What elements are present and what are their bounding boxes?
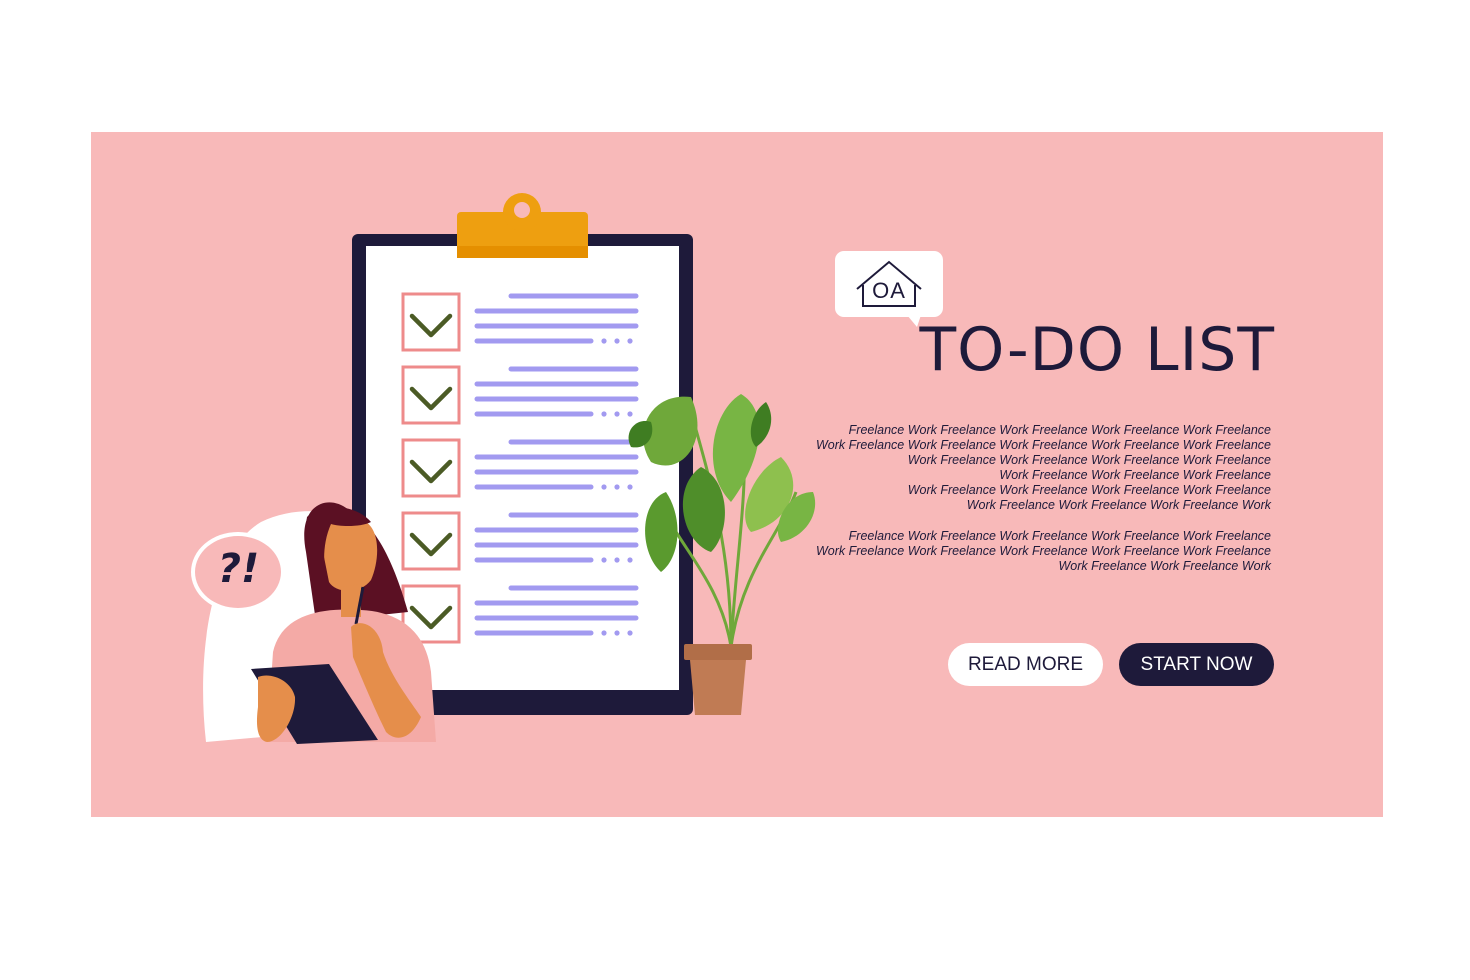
hero-banner: OA ?! TO-DO LIST Freelance Work Freelanc… bbox=[91, 132, 1383, 817]
list-dot bbox=[601, 338, 607, 344]
list-dot bbox=[627, 411, 633, 417]
list-dot bbox=[627, 338, 633, 344]
list-dot bbox=[627, 630, 633, 636]
list-dot bbox=[601, 557, 607, 563]
paragraph-line: Work Freelance Work Freelance Work Freel… bbox=[999, 468, 1271, 482]
paragraph-line: Work Freelance Work Freelance Work Freel… bbox=[966, 498, 1271, 512]
description-paragraph-1: Freelance Work Freelance Work Freelance … bbox=[816, 423, 1271, 513]
list-dot bbox=[614, 338, 620, 344]
list-dot bbox=[614, 411, 620, 417]
list-dot bbox=[627, 484, 633, 490]
list-dot bbox=[614, 630, 620, 636]
list-dot bbox=[601, 484, 607, 490]
paragraph-line: Freelance Work Freelance Work Freelance … bbox=[848, 423, 1271, 437]
list-dot bbox=[627, 557, 633, 563]
question-bubble-text: ?! bbox=[217, 546, 260, 592]
paragraph-line: Work Freelance Work Freelance Work Freel… bbox=[907, 483, 1271, 497]
plant-pot bbox=[684, 644, 752, 715]
logo-text: OA bbox=[872, 278, 906, 303]
list-dot bbox=[601, 411, 607, 417]
start-now-button[interactable]: START NOW bbox=[1119, 643, 1274, 686]
paragraph-line: Work Freelance Work Freelance Work bbox=[1058, 559, 1271, 573]
read-more-button[interactable]: READ MORE bbox=[948, 643, 1103, 686]
paragraph-line: Work Freelance Work Freelance Work Freel… bbox=[816, 438, 1271, 452]
list-dot bbox=[601, 630, 607, 636]
list-dot bbox=[614, 484, 620, 490]
list-dot bbox=[614, 557, 620, 563]
logo-badge: OA bbox=[835, 251, 943, 327]
paragraph-line: Work Freelance Work Freelance Work Freel… bbox=[816, 544, 1271, 558]
paragraph-line: Freelance Work Freelance Work Freelance … bbox=[848, 529, 1271, 543]
description-paragraph-2: Freelance Work Freelance Work Freelance … bbox=[816, 529, 1271, 574]
paragraph-line: Work Freelance Work Freelance Work Freel… bbox=[907, 453, 1271, 467]
page-title: TO-DO LIST bbox=[919, 315, 1275, 385]
